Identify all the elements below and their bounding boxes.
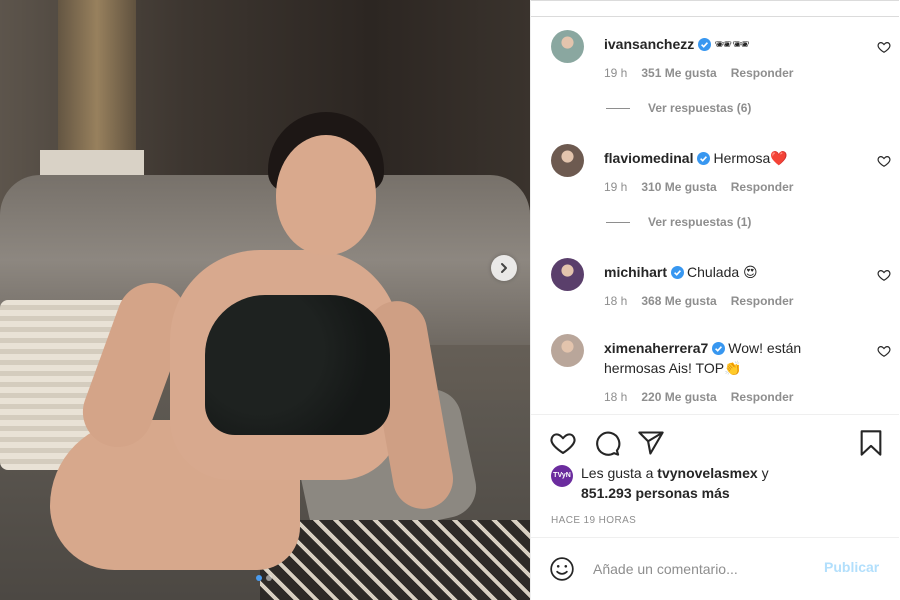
likes-connector: y xyxy=(757,465,769,481)
verified-badge-icon xyxy=(698,38,712,51)
verified-badge-icon xyxy=(712,342,726,355)
chevron-right-icon xyxy=(501,263,507,273)
view-replies-button[interactable]: Ver respuestas (6) xyxy=(606,101,751,115)
comment-body: Hermosa❤️ xyxy=(713,150,788,166)
avatar[interactable] xyxy=(551,258,584,291)
comment-body: 🕶🕶 xyxy=(714,36,750,52)
likes-text: Les gusta a tvynovelasmex y 851.293 pers… xyxy=(581,463,881,503)
carousel-dot-active xyxy=(256,575,262,581)
carousel-dot xyxy=(266,575,272,581)
reply-button[interactable]: Responder xyxy=(731,294,794,308)
post-side-panel: ivansanchezz 🕶🕶 19 h 351 Me gusta Respond… xyxy=(530,0,900,600)
comment-composer: Publicar xyxy=(531,537,899,600)
verified-badge-icon xyxy=(671,266,685,279)
reply-button[interactable]: Responder xyxy=(731,66,794,80)
comment-text: michihart Chulada 😍 xyxy=(604,262,854,282)
comment-likes[interactable]: 310 Me gusta xyxy=(641,180,716,194)
comment-username[interactable]: ximenaherrera7 xyxy=(604,340,708,356)
header-divider xyxy=(531,1,899,17)
comment-text: flaviomedinal Hermosa❤️ xyxy=(604,148,854,168)
avatar[interactable] xyxy=(551,30,584,63)
comment-like-heart-icon[interactable] xyxy=(877,154,891,168)
carousel-next-button[interactable] xyxy=(491,255,517,281)
photo-figure-head xyxy=(276,135,376,255)
comment-time[interactable]: 18 h xyxy=(604,390,627,404)
reply-button[interactable]: Responder xyxy=(731,390,794,404)
comment-time[interactable]: 18 h xyxy=(604,294,627,308)
view-replies-label: Ver respuestas (6) xyxy=(648,101,752,115)
post-timestamp[interactable]: HACE 19 HORAS xyxy=(551,515,636,526)
view-replies-button[interactable]: Ver respuestas (1) xyxy=(606,215,751,229)
comment-text: ivansanchezz 🕶🕶 xyxy=(604,34,854,54)
comment-time[interactable]: 19 h xyxy=(604,180,627,194)
comment-body: Chulada 😍 xyxy=(687,264,758,280)
comment-like-heart-icon[interactable] xyxy=(877,268,891,282)
liker-avatar[interactable]: TVyN xyxy=(551,465,573,487)
comment-item: flaviomedinal Hermosa❤️ 19 h 310 Me gusta… xyxy=(551,144,891,244)
comment-time[interactable]: 19 h xyxy=(604,66,627,80)
comment-meta: 19 h 310 Me gusta Responder xyxy=(604,180,793,194)
comment-username[interactable]: flaviomedinal xyxy=(604,150,693,166)
heart-icon[interactable] xyxy=(549,429,577,457)
likes-prefix: Les gusta a xyxy=(581,465,658,481)
comment-meta: 18 h 368 Me gusta Responder xyxy=(604,294,793,308)
emoji-icon[interactable] xyxy=(549,556,575,582)
comment-like-heart-icon[interactable] xyxy=(877,344,891,358)
bookmark-icon[interactable] xyxy=(857,429,885,457)
comment-input[interactable] xyxy=(593,558,813,580)
comment-username[interactable]: michihart xyxy=(604,264,667,280)
comment-like-heart-icon[interactable] xyxy=(877,40,891,54)
comment-meta: 19 h 351 Me gusta Responder xyxy=(604,66,793,80)
comment-item: ivansanchezz 🕶🕶 19 h 351 Me gusta Respond… xyxy=(551,30,891,130)
carousel-indicator xyxy=(256,575,272,581)
post-actions-section: TVyN Les gusta a tvynovelasmex y 851.293… xyxy=(531,414,899,544)
comment-username[interactable]: ivansanchezz xyxy=(604,36,694,52)
reply-button[interactable]: Responder xyxy=(731,180,794,194)
avatar[interactable] xyxy=(551,144,584,177)
post-photo[interactable] xyxy=(0,0,530,600)
comment-likes[interactable]: 220 Me gusta xyxy=(641,390,716,404)
comment-likes[interactable]: 351 Me gusta xyxy=(641,66,716,80)
publish-button[interactable]: Publicar xyxy=(824,559,879,575)
photo-figure-top xyxy=(205,295,390,435)
photo-throw-blanket xyxy=(260,520,530,600)
view-replies-line xyxy=(606,221,630,223)
comment-text: ximenaherrera7 Wow! están hermosas Ais! T… xyxy=(604,338,844,378)
comment-meta: 18 h 220 Me gusta Responder xyxy=(604,390,793,404)
likes-others-count[interactable]: 851.293 personas más xyxy=(581,485,730,501)
avatar[interactable] xyxy=(551,334,584,367)
photo-decor-frame xyxy=(58,0,136,150)
share-icon[interactable] xyxy=(637,429,665,457)
comment-item: michihart Chulada 😍 18 h 368 Me gusta Res… xyxy=(551,258,891,318)
view-replies-line xyxy=(606,107,630,109)
comment-likes[interactable]: 368 Me gusta xyxy=(641,294,716,308)
comment-icon[interactable] xyxy=(593,429,621,457)
comments-list[interactable]: ivansanchezz 🕶🕶 19 h 351 Me gusta Respond… xyxy=(531,0,899,413)
comment-item: ximenaherrera7 Wow! están hermosas Ais! T… xyxy=(551,334,891,413)
liker-username[interactable]: tvynovelasmex xyxy=(657,465,757,481)
verified-badge-icon xyxy=(697,152,711,165)
view-replies-label: Ver respuestas (1) xyxy=(648,215,752,229)
